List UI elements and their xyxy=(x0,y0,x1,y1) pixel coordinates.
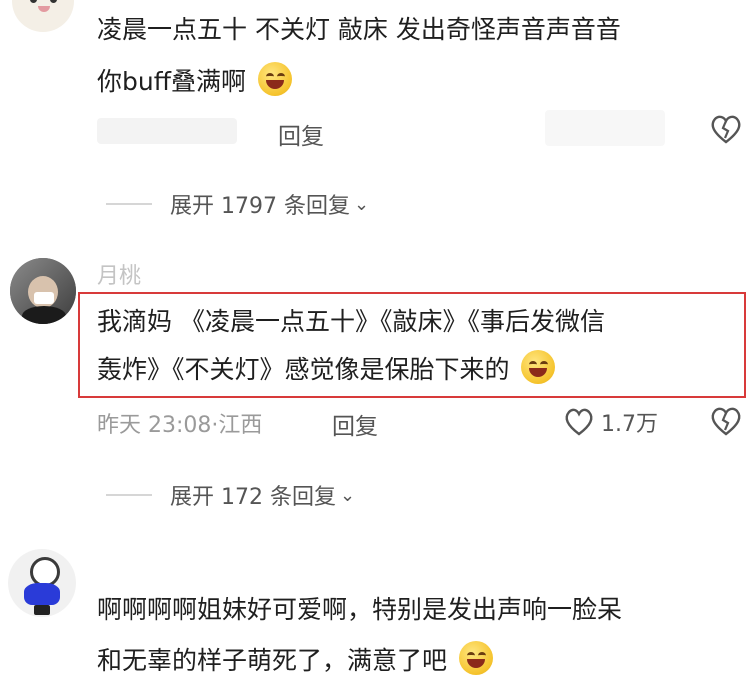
heart-outline-icon xyxy=(565,408,593,436)
comment-time: 昨天 23:08 xyxy=(97,413,212,438)
comment-text: 和无辜的样子萌死了，满意了吧 xyxy=(97,641,493,681)
like-button[interactable]: 1.7万 xyxy=(563,406,658,438)
comment-text: 轰炸》《不关灯》感觉像是保胎下来的 xyxy=(97,350,556,390)
comment-location: 江西 xyxy=(218,413,263,438)
reply-button[interactable]: 回复 xyxy=(278,117,324,151)
broken-heart-icon[interactable] xyxy=(709,114,743,148)
broken-heart-icon[interactable] xyxy=(709,406,743,440)
expand-replies-label: 展开 1797 条回复 xyxy=(170,194,350,219)
comment-text-line: 你buff叠满啊 xyxy=(97,67,246,96)
grin-emoji-icon xyxy=(257,62,292,96)
grin-emoji-icon xyxy=(458,641,493,675)
comment-text: 凌晨一点五十 不关灯 敲床 发出奇怪声音声音音 xyxy=(97,15,621,44)
avatar[interactable] xyxy=(10,258,76,324)
blurred-meta xyxy=(97,118,237,144)
expand-replies-label: 展开 172 条回复 xyxy=(170,485,336,510)
avatar[interactable] xyxy=(8,549,76,617)
divider-line xyxy=(106,203,152,205)
grin-emoji-icon xyxy=(521,350,556,384)
expand-replies-button[interactable]: 展开 172 条回复 ⌄ xyxy=(106,479,355,511)
comment-meta: 昨天 23:08·江西 xyxy=(97,407,262,439)
comment-text: 我滴妈 《凌晨一点五十》《敲床》《事后发微信 xyxy=(97,307,605,336)
like-count: 1.7万 xyxy=(601,412,658,437)
comment-text-line: 轰炸》《不关灯》感觉像是保胎下来的 xyxy=(97,355,510,384)
blurred-like xyxy=(545,110,665,146)
chevron-down-icon: ⌄ xyxy=(353,193,370,215)
avatar[interactable] xyxy=(12,0,74,32)
chevron-down-icon: ⌄ xyxy=(339,484,356,506)
comment-text: 啊啊啊啊姐妹好可爱啊，特别是发出声响一脸呆 xyxy=(97,595,623,624)
divider-line xyxy=(106,494,152,496)
reply-button[interactable]: 回复 xyxy=(332,407,378,441)
comment-text: 你buff叠满啊 xyxy=(97,62,292,102)
comment-text-line: 和无辜的样子萌死了，满意了吧 xyxy=(97,646,448,675)
username[interactable]: 月桃 xyxy=(97,258,141,290)
expand-replies-button[interactable]: 展开 1797 条回复 ⌄ xyxy=(106,188,369,220)
